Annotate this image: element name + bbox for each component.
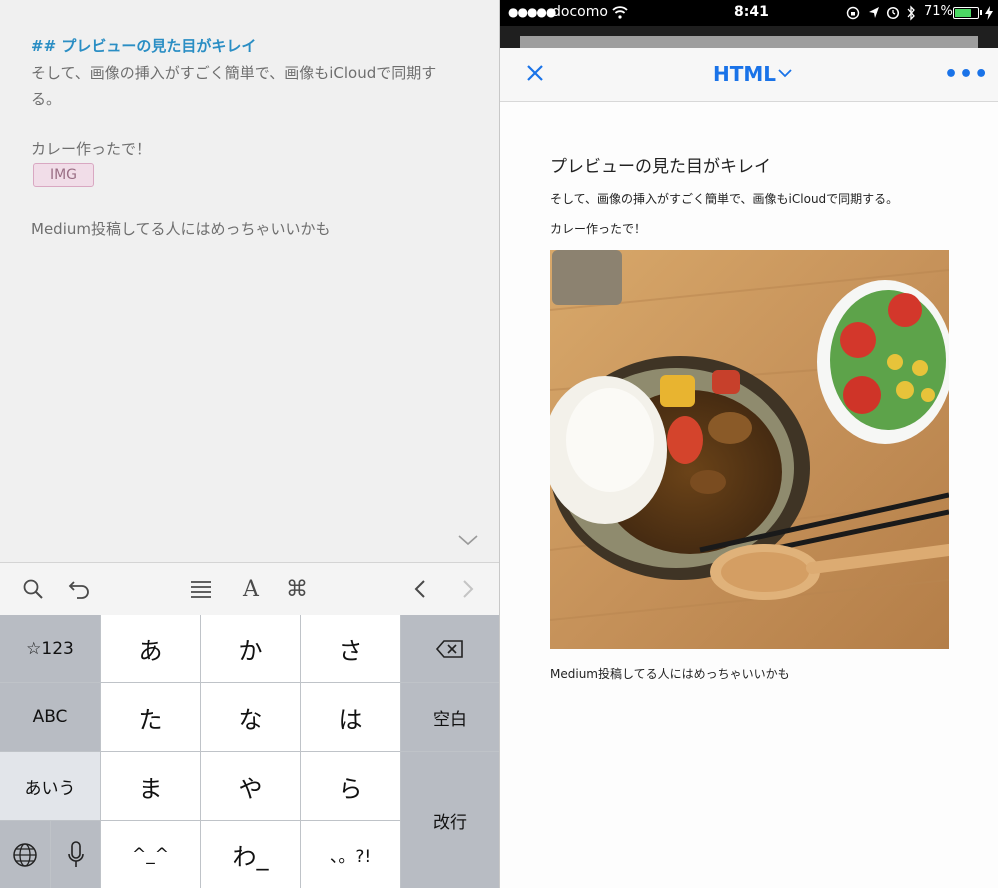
space-key[interactable]: 空白 bbox=[401, 683, 499, 751]
location-icon bbox=[869, 7, 879, 18]
key-sa[interactable]: さ bbox=[301, 615, 400, 682]
carrier-name: docomo bbox=[552, 4, 608, 20]
key-abc[interactable]: ABC bbox=[0, 683, 100, 751]
key-ha[interactable]: は bbox=[301, 683, 400, 751]
key-ka[interactable]: か bbox=[201, 615, 300, 682]
editor-paragraph-line-1[interactable]: そして、画像の挿入がすごく簡単で、画像もiCloudで同期す bbox=[31, 60, 436, 86]
preview-curry-text: カレー作ったで！ bbox=[550, 222, 647, 236]
chevron-left-icon[interactable] bbox=[407, 576, 433, 602]
font-icon[interactable]: A bbox=[238, 576, 264, 602]
delete-key[interactable] bbox=[401, 615, 499, 682]
image-tag[interactable]: IMG bbox=[33, 163, 94, 187]
key-wa[interactable]: わ_ bbox=[201, 821, 300, 888]
clock: 8:41 bbox=[734, 4, 769, 20]
alarm-icon bbox=[886, 6, 900, 20]
japanese-keyboard: ☆123 あ か さ ABC た な は 空白 あいう ま や ら 改行 ^_^… bbox=[0, 615, 499, 888]
battery-level bbox=[955, 9, 971, 17]
editor-pane: ## プレビューの見た目がキレイ そして、画像の挿入がすごく簡単で、画像もiCl… bbox=[0, 0, 499, 888]
globe-icon bbox=[13, 842, 37, 867]
preview-paragraph: そして、画像の挿入がすごく簡単で、画像もiCloudで同期する。 bbox=[550, 192, 899, 206]
editor-curry-line[interactable]: カレー作ったで！ bbox=[31, 136, 151, 162]
chevron-right-icon[interactable] bbox=[455, 576, 481, 602]
rotation-lock-icon bbox=[846, 6, 860, 20]
editor-toolbar: A ⌘ bbox=[0, 562, 499, 615]
preview-medium-text: Medium投稿してる人にはめっちゃいいかも bbox=[550, 667, 790, 681]
key-numbers[interactable]: ☆123 bbox=[0, 615, 100, 682]
font-glyph: A bbox=[243, 576, 259, 602]
command-glyph: ⌘ bbox=[286, 576, 308, 602]
key-ma[interactable]: ま bbox=[101, 752, 200, 820]
editor-paragraph-line-2[interactable]: る。 bbox=[31, 86, 61, 112]
globe-key[interactable] bbox=[0, 821, 50, 888]
microphone-key[interactable] bbox=[51, 821, 100, 888]
status-bar: ●●●●● docomo 8:41 71% bbox=[500, 0, 998, 26]
search-icon[interactable] bbox=[20, 576, 46, 602]
editor-heading-line[interactable]: ## プレビューの見た目がキレイ bbox=[31, 33, 256, 59]
navigation-bar: HTML ••• bbox=[500, 48, 998, 102]
backspace-icon bbox=[435, 639, 463, 658]
underlying-sheet-edge bbox=[520, 36, 978, 48]
charging-icon bbox=[985, 6, 993, 20]
key-ya[interactable]: や bbox=[201, 752, 300, 820]
battery-percent: 71% bbox=[924, 4, 953, 19]
preview-heading: プレビューの見た目がキレイ bbox=[550, 157, 771, 177]
html-preview: プレビューの見た目がキレイ そして、画像の挿入がすごく簡単で、画像もiCloud… bbox=[500, 102, 998, 888]
undo-icon[interactable] bbox=[66, 576, 92, 602]
return-key[interactable]: 改行 bbox=[401, 752, 499, 888]
key-ra[interactable]: ら bbox=[301, 752, 400, 820]
key-a[interactable]: あ bbox=[101, 615, 200, 682]
command-icon[interactable]: ⌘ bbox=[284, 576, 310, 602]
bluetooth-icon bbox=[907, 5, 915, 21]
key-emoticon[interactable]: ^_^ bbox=[101, 821, 200, 888]
close-icon[interactable] bbox=[524, 62, 546, 84]
key-kana[interactable]: あいう bbox=[0, 752, 100, 820]
more-button[interactable]: ••• bbox=[944, 62, 989, 87]
collapse-keyboard-icon[interactable] bbox=[458, 534, 478, 546]
key-punctuation[interactable]: 、。?! bbox=[301, 821, 400, 888]
preview-pane: ●●●●● docomo 8:41 71% HTML ••• プレビューの見た目… bbox=[499, 0, 998, 888]
editor-medium-line[interactable]: Medium投稿してる人にはめっちゃいいかも bbox=[31, 216, 331, 242]
battery-tip bbox=[980, 10, 982, 15]
chevron-down-icon[interactable] bbox=[778, 68, 792, 78]
markdown-editor[interactable]: ## プレビューの見た目がキレイ そして、画像の挿入がすごく簡単で、画像もiCl… bbox=[0, 0, 499, 562]
key-na[interactable]: な bbox=[201, 683, 300, 751]
curry-photo bbox=[550, 250, 949, 649]
key-ta[interactable]: た bbox=[101, 683, 200, 751]
microphone-icon bbox=[67, 840, 84, 867]
wifi-icon bbox=[612, 6, 628, 19]
battery-icon bbox=[953, 7, 979, 19]
list-icon[interactable] bbox=[188, 576, 214, 602]
signal-strength: ●●●●● bbox=[508, 5, 556, 19]
export-format-title[interactable]: HTML bbox=[713, 62, 776, 86]
